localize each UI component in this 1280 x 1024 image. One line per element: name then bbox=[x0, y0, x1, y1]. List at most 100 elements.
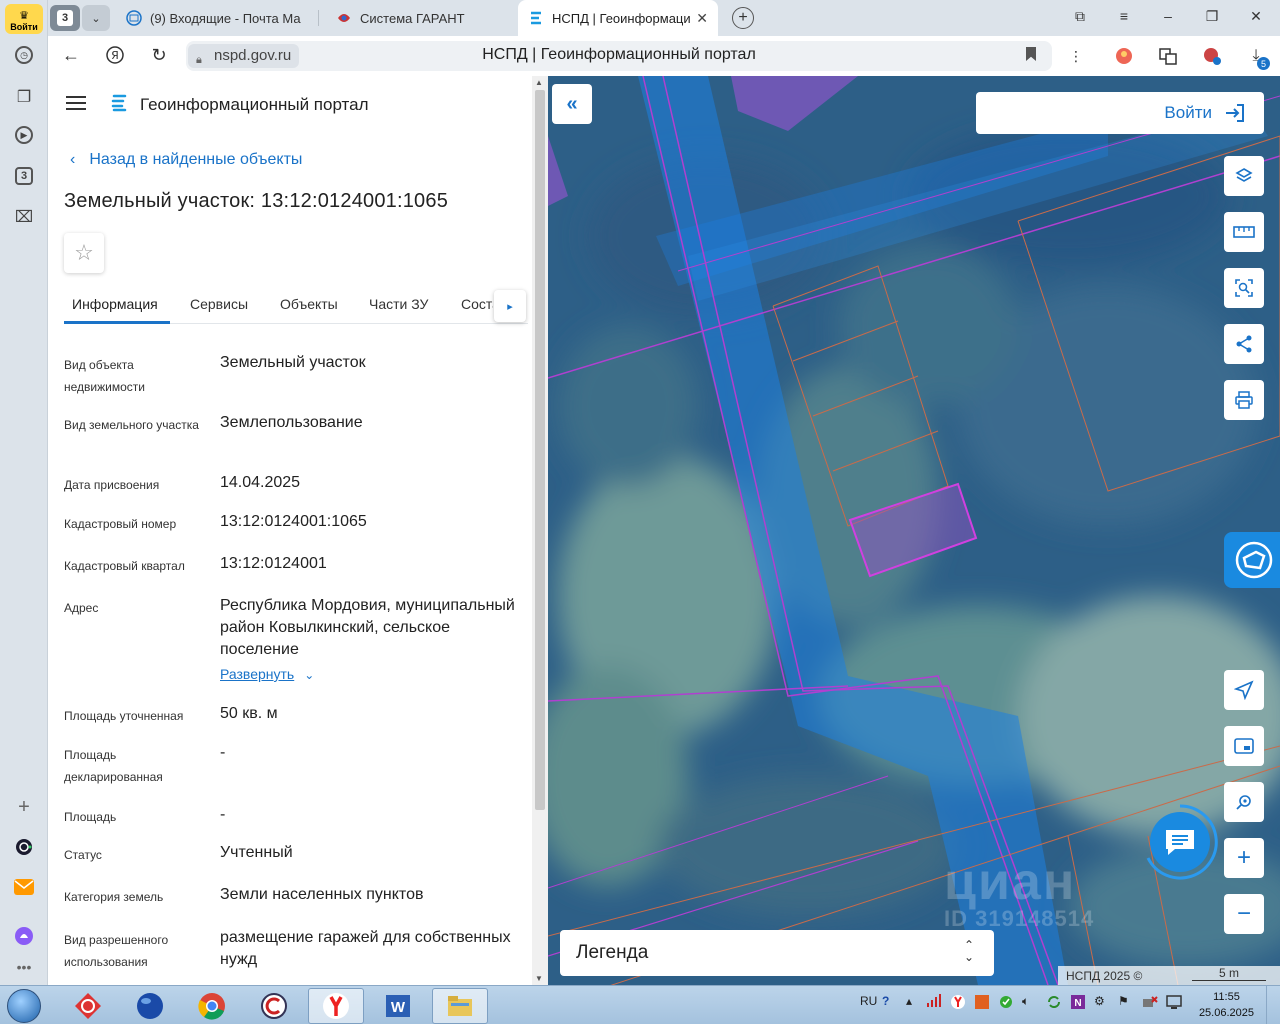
restore-icon[interactable]: ❐ bbox=[1202, 8, 1222, 25]
scroll-down-icon[interactable]: ▼ bbox=[535, 974, 543, 983]
search-location-button[interactable] bbox=[1224, 782, 1264, 822]
print-button[interactable] bbox=[1224, 380, 1264, 420]
favorite-button[interactable]: ☆ bbox=[64, 233, 104, 273]
office-tray-icon[interactable] bbox=[974, 994, 990, 1013]
login-button[interactable]: Войти bbox=[976, 92, 1264, 134]
network-tray-icon[interactable] bbox=[1142, 994, 1158, 1013]
collections-icon[interactable]: ❐ bbox=[13, 86, 35, 108]
tab-manager-icon[interactable]: ⧉ bbox=[1070, 8, 1090, 25]
tab-mail[interactable]: (9) Входящие - Почта Ма bbox=[116, 0, 316, 36]
collapse-panel-button[interactable]: « bbox=[552, 84, 592, 124]
tab-nspd[interactable]: НСПД | Геоинформаци ✕ bbox=[518, 0, 718, 36]
tab-counter-icon[interactable]: 3 bbox=[15, 167, 33, 185]
settings-tray-icon[interactable]: ⚙︎ bbox=[1094, 994, 1105, 1008]
tab-parts[interactable]: Части ЗУ bbox=[369, 296, 428, 312]
flag-tray-icon[interactable]: ⚑ bbox=[1118, 994, 1129, 1008]
watermark-id: ID 319148514 bbox=[944, 906, 1095, 931]
kebab-menu-icon[interactable]: ⋮ bbox=[1066, 46, 1086, 66]
tab-information[interactable]: Информация bbox=[72, 296, 158, 312]
back-to-results-link[interactable]: ‹ Назад в найденные объекты bbox=[70, 151, 302, 169]
taskbar-app-globe[interactable] bbox=[122, 988, 178, 1024]
tab-garant[interactable]: Система ГАРАНТ bbox=[326, 0, 516, 36]
reload-icon[interactable]: ↻ bbox=[148, 45, 170, 66]
cian-watermark: циан ID 319148514 bbox=[944, 852, 1094, 932]
history-icon[interactable]: ◷ bbox=[15, 46, 33, 64]
tab-services[interactable]: Сервисы bbox=[190, 296, 248, 312]
clock-date: 25.06.2025 bbox=[1198, 1007, 1254, 1019]
onenote-tray-icon[interactable]: N bbox=[1070, 994, 1086, 1013]
taskbar-app-chrome[interactable] bbox=[184, 988, 240, 1024]
panel-scrollbar[interactable]: ▲ ▼ bbox=[532, 76, 548, 985]
menu-icon[interactable]: ≡ bbox=[1114, 8, 1134, 24]
window-close-icon[interactable]: ✕ bbox=[1246, 8, 1266, 25]
chat-ring-icon bbox=[1146, 804, 1218, 880]
tab-objects[interactable]: Объекты bbox=[280, 296, 338, 312]
scroll-up-icon[interactable]: ▲ bbox=[535, 78, 543, 87]
signal-tray-icon[interactable] bbox=[926, 994, 942, 1011]
consultant-icon bbox=[261, 993, 287, 1019]
show-desktop-button[interactable] bbox=[1266, 986, 1280, 1024]
ruler-button[interactable] bbox=[1224, 212, 1264, 252]
tab-list-button[interactable]: ⌄ bbox=[82, 5, 110, 31]
extension-icon[interactable] bbox=[1114, 46, 1134, 66]
tab-label: (9) Входящие - Почта Ма bbox=[150, 10, 301, 26]
taskbar-app-word[interactable]: W bbox=[370, 988, 426, 1024]
system-clock[interactable]: 11:55 25.06.2025 bbox=[1199, 989, 1254, 1021]
address-bar: ← Я ↻ 🔒︎ nspd.gov.ru НСПД | Геоинформаци… bbox=[48, 36, 1280, 76]
messenger-icon[interactable] bbox=[13, 925, 35, 947]
mail-icon[interactable] bbox=[13, 876, 35, 898]
screenshot-icon[interactable]: ⌧ bbox=[13, 206, 35, 228]
info-tabs: Информация Сервисы Объекты Части ЗУ Сост… bbox=[64, 288, 528, 324]
yandex-tray-icon[interactable] bbox=[950, 994, 966, 1013]
layers-button[interactable] bbox=[1224, 156, 1264, 196]
legend-dropdown[interactable]: Легенда ⌃ ⌄ bbox=[560, 930, 994, 976]
alice-icon[interactable] bbox=[13, 836, 35, 858]
help-tray-icon[interactable]: ? bbox=[882, 994, 889, 1008]
zoom-out-button[interactable]: − bbox=[1224, 894, 1264, 934]
minimize-icon[interactable]: – bbox=[1158, 8, 1178, 24]
volume-tray-icon[interactable]: 🔈︎ bbox=[1022, 994, 1029, 1009]
yandex-browser-icon bbox=[323, 993, 349, 1019]
play-icon[interactable]: ▶ bbox=[15, 126, 33, 144]
sync-tray-icon[interactable] bbox=[1046, 994, 1062, 1013]
area-select-button[interactable] bbox=[1224, 268, 1264, 308]
downloads-icon[interactable]: ⤓ 5 bbox=[1246, 46, 1270, 70]
taskbar-app-consultant[interactable] bbox=[246, 988, 302, 1024]
hamburger-menu-icon[interactable] bbox=[66, 96, 86, 110]
chat-button[interactable] bbox=[1144, 804, 1218, 880]
back-arrow-icon[interactable]: ← bbox=[60, 45, 82, 66]
map-view[interactable]: « Войти + − циан ID 319148514 Легенда ⌃ … bbox=[548, 76, 1280, 985]
taskbar-app-garant[interactable] bbox=[60, 988, 116, 1024]
display-tray-icon[interactable] bbox=[1166, 994, 1182, 1013]
yandex-icon[interactable]: Я bbox=[104, 45, 126, 70]
geolocation-button[interactable] bbox=[1224, 670, 1264, 710]
url-field[interactable]: 🔒︎ nspd.gov.ru НСПД | Геоинформационный … bbox=[186, 41, 1052, 71]
navigation-arrow-icon bbox=[1234, 680, 1254, 700]
start-button[interactable] bbox=[4, 988, 44, 1024]
add-panel-icon[interactable]: + bbox=[13, 796, 35, 818]
translate-icon[interactable] bbox=[1158, 46, 1178, 66]
clock-time: 11:55 bbox=[1213, 991, 1240, 1003]
portal-logo-icon bbox=[111, 94, 127, 112]
minimap-button[interactable] bbox=[1224, 726, 1264, 766]
tray-expand-icon[interactable]: ▴ bbox=[906, 994, 912, 1008]
zoom-in-button[interactable]: + bbox=[1224, 838, 1264, 878]
close-icon[interactable]: ✕ bbox=[696, 10, 708, 27]
nspd-widget-tab[interactable] bbox=[1224, 532, 1280, 588]
more-icon[interactable]: ••• bbox=[13, 956, 35, 978]
taskbar-app-explorer[interactable] bbox=[432, 988, 488, 1024]
scrollbar-thumb[interactable] bbox=[535, 90, 545, 810]
tabs-next-button[interactable]: ▸ bbox=[494, 290, 526, 322]
security-tray-icon[interactable] bbox=[998, 994, 1014, 1013]
new-tab-button[interactable]: + bbox=[732, 7, 754, 29]
share-button[interactable] bbox=[1224, 324, 1264, 364]
rail-login-button[interactable]: ♛ Войти bbox=[5, 4, 43, 34]
expand-address-link[interactable]: Развернуть bbox=[220, 663, 294, 685]
tab-composition[interactable]: Состав bbox=[461, 296, 493, 312]
taskbar-app-yandex-browser[interactable] bbox=[308, 988, 364, 1024]
language-indicator[interactable]: RU bbox=[860, 994, 877, 1008]
adblock-icon[interactable] bbox=[1202, 46, 1222, 66]
chevron-down-icon[interactable]: ⌄ bbox=[304, 668, 314, 682]
up-down-chevron-icon: ⌃ ⌄ bbox=[963, 938, 974, 964]
tab-count-button[interactable]: 3 bbox=[50, 5, 80, 31]
